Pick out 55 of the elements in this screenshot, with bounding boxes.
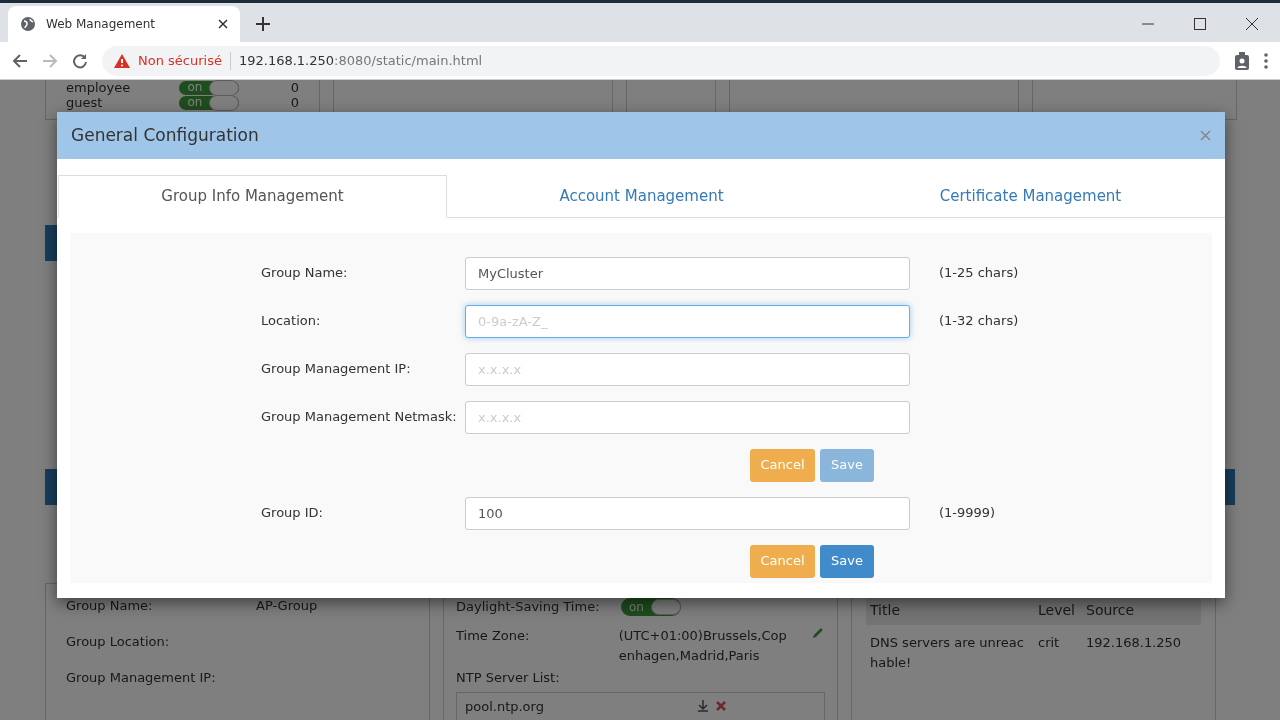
toggle-switch[interactable]: on	[179, 80, 239, 95]
tab[interactable]: Group Info Management	[58, 175, 447, 218]
reload-icon[interactable]	[72, 52, 88, 69]
close-icon[interactable]	[218, 19, 228, 29]
pencil-icon[interactable]	[811, 626, 825, 640]
table-cell-text: DNS servers are unreachable!	[870, 634, 1025, 672]
download-icon[interactable]	[698, 700, 708, 713]
field-label: NTP Server List:	[456, 669, 561, 687]
security-label: Non sécurisé	[138, 51, 222, 70]
field-label: Group Name:	[66, 597, 154, 615]
close-icon[interactable]	[1246, 18, 1258, 30]
field-label: Time Zone:	[456, 627, 531, 645]
tab-title: Web Management	[46, 16, 157, 33]
input-field[interactable]: 100	[465, 496, 910, 530]
table-cell: 192.168.1.250	[1086, 635, 1182, 650]
field-label: Group Location:	[66, 633, 171, 651]
column-header: Title	[866, 596, 1034, 625]
column-header: Source	[1082, 596, 1201, 625]
dialog-title: General Configuration	[71, 123, 259, 147]
profile-icon[interactable]	[1234, 51, 1250, 70]
group-name: employee	[66, 80, 132, 95]
delete-icon[interactable]	[716, 701, 726, 712]
field-label: Group Management IP:	[66, 669, 217, 687]
server-name: pool.ntp.org	[465, 697, 545, 716]
table-cell: crit	[1038, 635, 1060, 650]
hint-text: (1-32 chars)	[939, 312, 1019, 331]
count: 0	[290, 80, 299, 95]
toggle-switch[interactable]: on	[179, 95, 239, 110]
new-tab-icon[interactable]	[256, 17, 270, 31]
tab[interactable]: Account Management	[447, 175, 836, 218]
save-button[interactable]: Save	[820, 544, 874, 578]
input-field[interactable]: MyCluster	[465, 256, 910, 290]
globe-icon	[20, 16, 36, 32]
field-label: Group Name:	[261, 264, 349, 283]
field-label: Group Management Netmask:	[261, 408, 458, 427]
field-label: Group Management IP:	[261, 360, 412, 379]
count: 0	[290, 95, 299, 110]
field-label: Daylight-Saving Time:	[456, 598, 601, 617]
url-text: 192.168.1.250:8080/static/main.html	[238, 51, 483, 70]
hint-text: (1-9999)	[939, 504, 996, 523]
hint-text: (1-25 chars)	[939, 264, 1019, 283]
column-header: Level	[1034, 596, 1082, 625]
toggle-switch[interactable]: on	[621, 598, 681, 616]
warning-icon	[114, 53, 130, 68]
menu-icon[interactable]	[1264, 52, 1268, 69]
tab[interactable]: Certificate Management	[836, 175, 1225, 218]
browser-tab[interactable]: Web Management	[8, 6, 240, 42]
address-bar[interactable]: Non sécurisé 192.168.1.250:8080/static/main.html	[102, 45, 1220, 76]
back-icon[interactable]	[12, 52, 28, 69]
field-label: Group ID:	[261, 504, 324, 523]
field-value: (UTC+01:00)Brussels,Copenhagen,Madrid,Paris	[618, 627, 788, 665]
field-label: Location:	[261, 312, 322, 331]
group-name: guest	[66, 95, 104, 110]
maximize-icon[interactable]	[1194, 18, 1206, 30]
field-value: AP-Group	[256, 597, 318, 615]
